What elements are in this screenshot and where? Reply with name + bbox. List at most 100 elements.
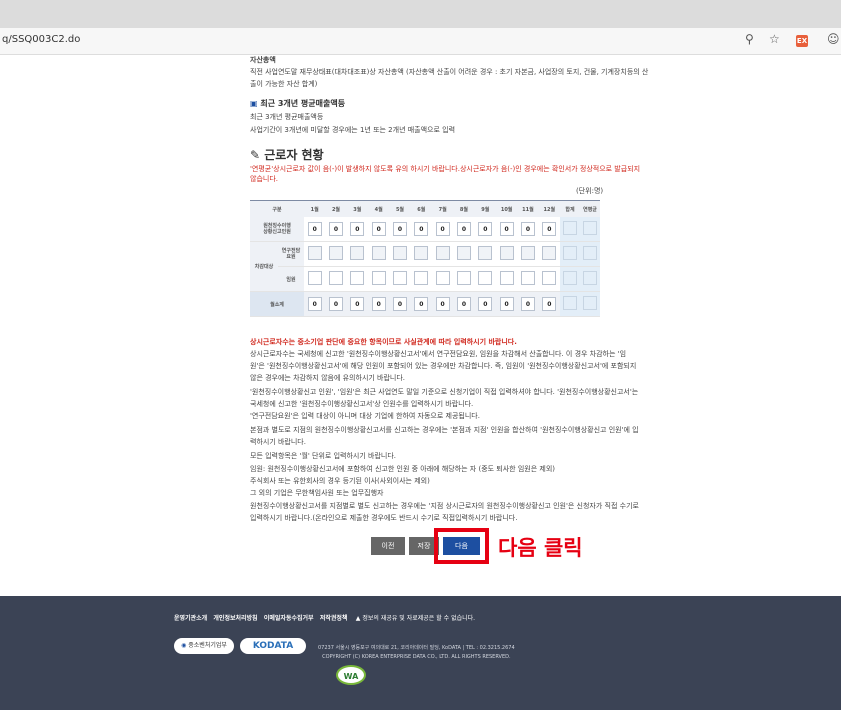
sum-cell — [563, 271, 577, 285]
logo-mss-text: 중소벤처기업부 — [188, 642, 227, 649]
sum-cell — [563, 246, 577, 260]
edit-icon: ✎ — [250, 148, 261, 162]
row-label-executive: 임원 — [278, 266, 305, 292]
note: 않은 경우에는 차감하지 않음에 유의하시기 바랍니다. — [250, 374, 406, 382]
withholding-input[interactable]: 0 — [435, 222, 450, 236]
note: 상시근로자수는 국세청에 신고한 '원천징수이행상황신고서'에서 연구전담요원,… — [250, 350, 627, 358]
withholding-input[interactable]: 0 — [329, 222, 343, 236]
executive-input[interactable] — [307, 271, 322, 285]
withholding-input[interactable]: 0 — [456, 222, 471, 236]
executive-input[interactable] — [392, 271, 407, 285]
withholding-input[interactable]: 0 — [350, 222, 365, 236]
footer-link-privacy[interactable]: 개인정보처리방침 — [213, 615, 257, 622]
month-header: 10월 — [495, 200, 518, 217]
month-header: 8월 — [453, 200, 475, 217]
executive-input[interactable] — [520, 271, 535, 285]
executive-input[interactable] — [350, 271, 365, 285]
avg-cell — [583, 296, 597, 310]
withholding-input[interactable]: 0 — [478, 222, 493, 236]
month-header: 6월 — [410, 200, 432, 217]
footer-link-copyright[interactable]: 저작권정책 — [320, 615, 348, 622]
executive-input[interactable] — [414, 271, 429, 285]
workers-warning: '연평균'상시근로자 값이 음(-)이 발생하지 않도록 유의 하시기 바랍니다… — [250, 165, 641, 173]
extension-icon[interactable]: EX — [796, 35, 808, 47]
profile-icon[interactable]: ☺ — [827, 32, 840, 46]
row-label-subtotal: 월소계 — [250, 291, 305, 317]
site-footer: 운영기관소개 개인정보처리방침 이메일자동수집거부 저작권정책 ▲ 정보의 재공… — [0, 596, 841, 710]
month-header: 5월 — [389, 200, 411, 217]
workers-table: 구분 1월 2월 3월 4월 5월 6월 7월 8월 9월 10월 11월 12… — [250, 200, 600, 317]
avg-cell — [583, 271, 597, 285]
note: 임원: 원천징수이행상황신고서에 포함하여 신고한 인원 중 아래에 해당하는 … — [250, 465, 556, 473]
researcher-cell — [435, 246, 450, 260]
bullet-icon: ▣ — [250, 99, 258, 108]
unit-label: (단위:명) — [576, 187, 604, 195]
table-row: 원천징수이행 상황신고인원 0 0 0 0 0 0 0 0 0 0 0 0 — [250, 217, 600, 242]
logo-mss: ◉ 중소벤처기업부 — [174, 638, 234, 654]
workers-warning-2: 않습니다. — [250, 175, 278, 183]
executive-input[interactable] — [478, 271, 493, 285]
subtotal-cell: 0 — [392, 297, 407, 311]
executive-input[interactable] — [456, 271, 471, 285]
executive-input[interactable] — [371, 271, 386, 285]
withholding-input[interactable]: 0 — [542, 222, 557, 236]
footer-link-email[interactable]: 이메일자동수집거부 — [264, 615, 314, 622]
executive-input[interactable] — [329, 271, 343, 285]
row-label-exclusion: 차감대상 — [250, 241, 278, 292]
subtotal-cell: 0 — [456, 297, 471, 311]
subtotal-cell: 0 — [350, 297, 365, 311]
month-header: 3월 — [346, 200, 368, 217]
note: 력하시기 바랍니다. — [250, 438, 306, 446]
favorite-star-icon[interactable]: ☆ — [769, 32, 780, 46]
url-text[interactable]: q/SSQ003C2.do — [2, 34, 80, 45]
sales-title-text: 최근 3개년 평균매출액등 — [260, 99, 346, 108]
researcher-cell — [478, 246, 493, 260]
browser-address-bar[interactable]: q/SSQ003C2.do ⚲ ☆ EX ☺ — [0, 28, 841, 55]
withholding-input[interactable]: 0 — [392, 222, 407, 236]
footer-link-about[interactable]: 운영기관소개 — [174, 615, 207, 622]
researcher-cell — [456, 246, 471, 260]
month-header: 9월 — [474, 200, 496, 217]
wa-mark-icon: WA — [336, 665, 366, 685]
browser-tab-strip — [0, 0, 841, 28]
note: 그 외의 기업은 무한책임사원 또는 업무집행자 — [250, 489, 384, 497]
sum-header: 합계 — [560, 200, 580, 217]
next-button[interactable]: 다음 — [443, 537, 480, 555]
zoom-icon[interactable]: ⚲ — [745, 32, 754, 46]
executive-input[interactable] — [499, 271, 514, 285]
subtotal-cell: 0 — [371, 297, 386, 311]
asset-desc: 직전 사업연도말 재무상태표(대차대조표)상 자산총액 (자산총액 산출이 어려… — [250, 68, 649, 76]
col-header: 구분 — [250, 200, 305, 217]
subtotal-cell: 0 — [307, 297, 322, 311]
withholding-input[interactable]: 0 — [307, 222, 322, 236]
withholding-input[interactable]: 0 — [520, 222, 535, 236]
researcher-cell — [542, 246, 557, 260]
annotation-label: 다음 클릭 — [498, 536, 583, 560]
executive-input[interactable] — [542, 271, 557, 285]
subtotal-cell: 0 — [478, 297, 493, 311]
month-header: 1월 — [304, 200, 326, 217]
avg-cell — [583, 246, 597, 260]
withholding-input[interactable]: 0 — [499, 222, 514, 236]
table-row: 임원 — [250, 266, 600, 292]
executive-input[interactable] — [435, 271, 450, 285]
withholding-input[interactable]: 0 — [371, 222, 386, 236]
footer-notice: ▲ 정보의 재공유 및 자료제공은 할 수 없습니다. — [356, 615, 475, 622]
researcher-cell — [414, 246, 429, 260]
sales-desc: 최근 3개년 평균매출액등 — [250, 113, 324, 121]
avg-header: 연평균 — [580, 200, 600, 217]
month-header: 12월 — [538, 200, 560, 217]
note: '원천징수이행상황신고 인원', '임원'은 최근 사업연도 말일 기준으로 신… — [250, 388, 639, 396]
month-header: 11월 — [517, 200, 539, 217]
table-header-row: 구분 1월 2월 3월 4월 5월 6월 7월 8월 9월 10월 11월 12… — [250, 200, 600, 217]
note: 모든 입력항목은 '월' 단위로 입력하시기 바랍니다. — [250, 452, 396, 460]
avg-cell — [583, 221, 597, 235]
table-row: 월소계 0 0 0 0 0 0 0 0 0 0 0 0 — [250, 291, 600, 317]
prev-button[interactable]: 이전 — [371, 537, 405, 555]
note: 원'은 '원천징수이행상황신고서'에 해당 인원이 포함되어 있는 경우에만 차… — [250, 362, 637, 370]
asset-desc-2: 출이 가능한 자산 합계) — [250, 80, 318, 88]
month-header: 2월 — [325, 200, 347, 217]
address-text: 07237 서울시 영등포구 여의대로 21, 코리아데이터 빌딩, KoDAT… — [318, 645, 515, 651]
asset-title: 자산총액 — [250, 56, 276, 64]
withholding-input[interactable]: 0 — [414, 222, 429, 236]
